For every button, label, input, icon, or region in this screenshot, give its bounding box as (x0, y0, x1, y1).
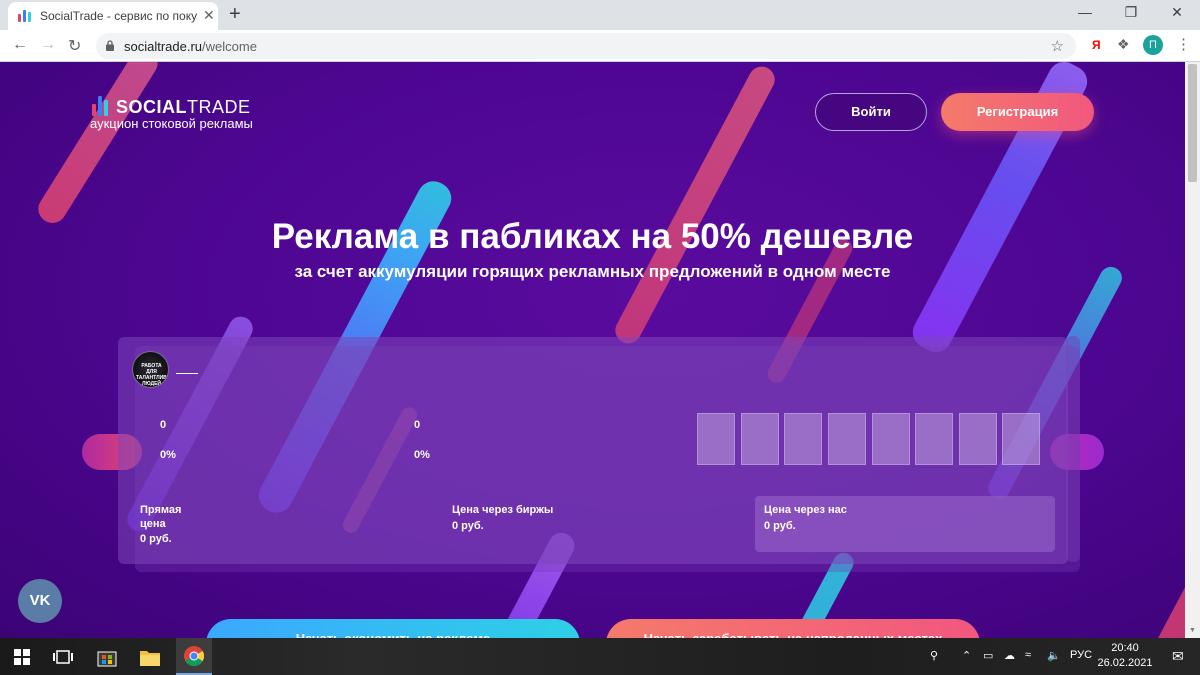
socialtrade-favicon-icon (18, 10, 34, 22)
start-earning-button[interactable]: Начать зарабатывать на непроданных места… (606, 619, 980, 638)
minimize-icon[interactable]: — (1062, 4, 1108, 20)
clock-date[interactable]: 26.02.2021 (1094, 657, 1156, 669)
countdown-slot (915, 413, 953, 465)
channel-avatar: РАБОТА ДЛЯ ТАЛАНТЛИВЫХ ЛЮДЕЙ (132, 351, 169, 388)
our-price-box: Цена через нас 0 руб. (755, 496, 1055, 552)
restore-icon[interactable]: ❐ (1108, 4, 1154, 21)
windows-start-icon[interactable] (14, 649, 30, 665)
countdown-slot (959, 413, 997, 465)
store-icon[interactable] (97, 647, 117, 667)
offer-card[interactable]: РАБОТА ДЛЯ ТАЛАНТЛИВЫХ ЛЮДЕЙ 0 0% 0 0% П… (118, 337, 1068, 564)
hero-subtitle: за счет аккумуляции горящих рекламных пр… (294, 262, 891, 281)
stat-mid-percent: 0% (414, 449, 430, 461)
decorative-stripe (1132, 572, 1185, 638)
lock-icon (106, 40, 114, 51)
next-card-edge[interactable] (1066, 336, 1080, 562)
show-hidden-icons-chevron-icon[interactable]: ⌃ (962, 649, 971, 662)
new-tab-button[interactable]: + (229, 3, 241, 26)
browser-menu-icon[interactable]: ⋮ (1176, 35, 1191, 53)
countdown-slot (784, 413, 822, 465)
people-icon[interactable]: ⚲ (930, 649, 938, 662)
volume-icon[interactable]: 🔈 (1047, 649, 1061, 662)
logo-bars-icon (92, 96, 114, 116)
task-view-icon[interactable] (53, 649, 73, 665)
countdown-slot (1002, 413, 1040, 465)
hero-title: Реклама в пабликах на 50% дешевле (271, 217, 914, 256)
url-host: socialtrade.ru (124, 39, 203, 54)
chrome-taskbar-button[interactable] (176, 638, 212, 675)
notifications-icon[interactable]: ✉ (1172, 648, 1184, 665)
countdown-slot (828, 413, 866, 465)
logo-tagline: аукцион стоковой рекламы (90, 116, 253, 131)
vk-icon: VK (29, 592, 51, 609)
decorative-stripe (33, 62, 163, 229)
login-button[interactable]: Войти (815, 93, 927, 131)
cloud-icon[interactable]: ☁ (1004, 649, 1015, 662)
vk-social-button[interactable]: VK (18, 579, 62, 623)
countdown-slot (697, 413, 735, 465)
tab-close-icon[interactable]: ✕ (203, 7, 215, 24)
direct-price-value: 0 руб. (140, 533, 172, 545)
back-arrow-icon[interactable]: ← (12, 36, 28, 54)
channel-avatar-text: РАБОТА ДЛЯ ТАЛАНТЛИВЫХ ЛЮДЕЙ (136, 363, 168, 387)
our-price-value: 0 руб. (764, 520, 796, 532)
scroll-thumb[interactable] (1188, 64, 1197, 182)
countdown-slot (872, 413, 910, 465)
network-icon[interactable]: ≈ (1025, 649, 1031, 661)
scroll-down-arrow-icon[interactable]: ▼ (1185, 624, 1200, 638)
browser-toolbar: ← → ↻ socialtrade.ru/welcome ☆ Я ❖ П ⋮ (0, 30, 1200, 62)
url-path: /welcome (202, 39, 257, 54)
url-text: socialtrade.ru/welcome (124, 39, 257, 54)
windows-taskbar: ⚲ ⌃ ▭ ☁ ≈ 🔈 РУС 20:40 26.02.2021 ✉ (0, 638, 1200, 675)
countdown-slot (741, 413, 779, 465)
logo-wordmark: SOCIALTRADE (116, 97, 251, 118)
stat-left-value: 0 (160, 419, 167, 431)
profile-avatar[interactable]: П (1143, 35, 1163, 55)
language-indicator[interactable]: РУС (1070, 649, 1092, 661)
start-saving-button[interactable]: Начать экономить на рекламе (206, 619, 580, 638)
exchange-price-label: Цена через биржы (452, 504, 554, 516)
chrome-icon (184, 646, 204, 666)
file-explorer-icon[interactable] (140, 648, 160, 666)
address-bar[interactable]: socialtrade.ru/welcome ☆ (96, 33, 1076, 59)
reload-icon[interactable]: ↻ (68, 36, 81, 56)
tab-title: SocialTrade - сервис по покупке рекламы (40, 9, 198, 23)
logo-wordmark-bold: SOCIAL (116, 97, 188, 117)
stat-mid-value: 0 (414, 419, 421, 431)
bookmark-star-icon[interactable]: ☆ (1051, 37, 1064, 55)
channel-name-placeholder (176, 373, 198, 374)
register-button[interactable]: Регистрация (941, 93, 1094, 131)
page-scrollbar[interactable]: ▲ ▼ (1185, 62, 1200, 638)
logo-wordmark-light: TRADE (187, 97, 251, 117)
page-viewport: SOCIALTRADE аукцион стоковой рекламы Вой… (0, 62, 1185, 638)
forward-arrow-icon[interactable]: → (40, 36, 56, 54)
battery-icon[interactable]: ▭ (983, 649, 993, 662)
clock-time[interactable]: 20:40 (1105, 642, 1145, 654)
stat-left-percent: 0% (160, 449, 176, 461)
direct-price-label: Прямая цена (140, 504, 182, 530)
browser-tab[interactable]: SocialTrade - сервис по покупке рекламы … (8, 2, 218, 30)
our-price-label: Цена через нас (764, 504, 847, 516)
exchange-price-value: 0 руб. (452, 520, 484, 532)
browser-tab-bar: SocialTrade - сервис по покупке рекламы … (0, 0, 1200, 30)
window-close-icon[interactable]: ✕ (1154, 4, 1200, 21)
decorative-stripe (610, 62, 780, 348)
extensions-puzzle-icon[interactable]: ❖ (1117, 36, 1130, 53)
yandex-extension-icon[interactable]: Я (1092, 38, 1101, 52)
